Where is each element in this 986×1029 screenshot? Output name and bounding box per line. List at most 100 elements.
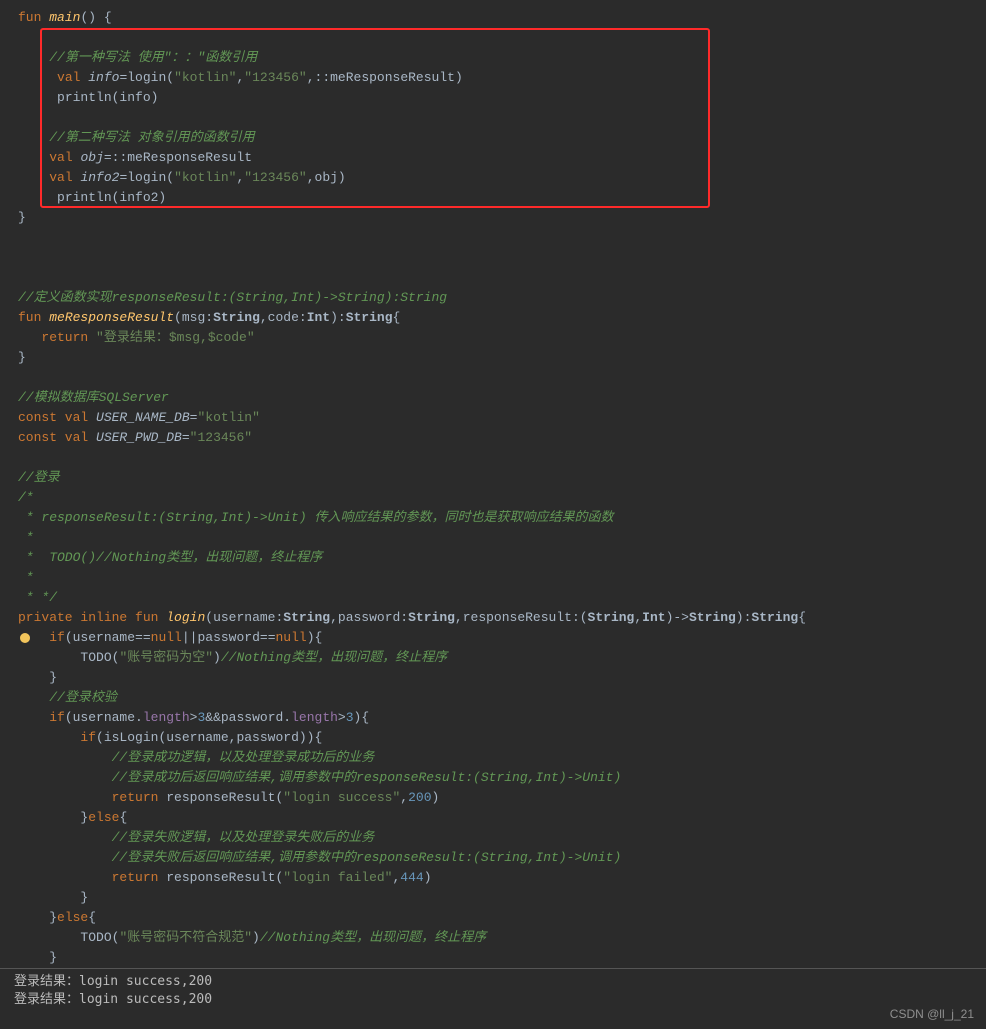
paren: ) <box>213 650 221 665</box>
type-string: String <box>346 310 393 325</box>
console-output[interactable]: 登录结果：login success,200 登录结果：login succes… <box>0 968 986 1017</box>
brace: { <box>88 910 96 925</box>
type: String <box>588 610 635 625</box>
prop-length: length <box>143 710 190 725</box>
text: ,code: <box>260 310 307 325</box>
brace: { <box>798 610 806 625</box>
keyword-else: else <box>57 910 88 925</box>
type: String <box>283 610 330 625</box>
type: String <box>689 610 736 625</box>
comment: //登录校验 <box>49 690 117 705</box>
string: "kotlin" <box>197 410 259 425</box>
eq: = <box>182 430 190 445</box>
text: ,obj) <box>307 170 346 185</box>
block-comment: * TODO()//Nothing类型，出现问题，终止程序 <box>18 550 322 565</box>
keyword-val: val <box>49 150 72 165</box>
brace-close: } <box>18 350 26 365</box>
text: ,responseResult:( <box>455 610 588 625</box>
brace: { <box>393 310 401 325</box>
number: 3 <box>346 710 354 725</box>
string: "login failed" <box>283 870 392 885</box>
todo-call: TODO( <box>80 650 119 665</box>
brace-close: } <box>49 950 57 965</box>
warning-icon[interactable] <box>20 633 30 643</box>
var-info2: info2 <box>80 170 119 185</box>
comment: //登录 <box>18 470 60 485</box>
fn-call: responseResult( <box>158 790 283 805</box>
string: "login success" <box>283 790 400 805</box>
type: String <box>408 610 455 625</box>
string: "123456" <box>244 70 306 85</box>
keyword-return: return <box>112 870 159 885</box>
text: =login( <box>119 70 174 85</box>
text: (username== <box>65 630 151 645</box>
watermark: CSDN @ll_j_21 <box>890 1005 974 1023</box>
text: ||password== <box>182 630 276 645</box>
var-obj: obj <box>80 150 103 165</box>
fn-meResponseResult: meResponseResult <box>49 310 174 325</box>
keyword-val: val <box>57 70 80 85</box>
keyword-if: if <box>49 710 65 725</box>
paren: ) <box>432 790 440 805</box>
text: =::meResponseResult <box>104 150 252 165</box>
keyword-fun: fun <box>18 10 41 25</box>
keyword-fun: fun <box>18 310 41 325</box>
block-comment: * <box>18 530 34 545</box>
comma: , <box>400 790 408 805</box>
keyword-if: if <box>80 730 96 745</box>
keyword-null: null <box>151 630 182 645</box>
text: ){ <box>307 630 323 645</box>
number: 200 <box>408 790 431 805</box>
comment: //Nothing类型，出现问题，终止程序 <box>221 650 447 665</box>
text: =login( <box>119 170 174 185</box>
text: ,password: <box>330 610 408 625</box>
string: "kotlin" <box>174 70 236 85</box>
keyword-else: else <box>88 810 119 825</box>
paren: ) <box>252 930 260 945</box>
type: String <box>751 610 798 625</box>
keyword-private-inline-fun: private inline fun <box>18 610 158 625</box>
const-user-pwd-db: USER_PWD_DB <box>96 430 182 445</box>
comment: //登录失败后返回响应结果,调用参数中的responseResult:(Stri… <box>112 850 622 865</box>
paren: (username: <box>205 610 283 625</box>
brace-close: } <box>49 910 57 925</box>
comment: //登录失败逻辑，以及处理登录失败后的业务 <box>112 830 375 845</box>
println-call: println(info2) <box>57 190 166 205</box>
comment: //Nothing类型，出现问题，终止程序 <box>260 930 486 945</box>
string: "123456" <box>244 170 306 185</box>
fn-login: login <box>166 610 205 625</box>
block-comment: * responseResult:(String,Int)->Unit) 传入响… <box>18 510 613 525</box>
type-string: String <box>213 310 260 325</box>
keyword-if: if <box>49 630 65 645</box>
println-call: println(info) <box>57 90 158 105</box>
console-line: 登录结果：login success,200 <box>14 973 986 991</box>
comment: //第一种写法 使用"：："函数引用 <box>49 50 257 65</box>
keyword-return: return <box>41 330 88 345</box>
comment: //模拟数据库SQLServer <box>18 390 169 405</box>
paren: ) <box>424 870 432 885</box>
text: )-> <box>666 610 689 625</box>
keyword-null: null <box>276 630 307 645</box>
text: ): <box>330 310 346 325</box>
code-editor[interactable]: fun main() { //第一种写法 使用"：："函数引用 val info… <box>0 0 986 968</box>
block-comment-end: * */ <box>18 590 57 605</box>
text: (username. <box>65 710 143 725</box>
keyword-const-val: const val <box>18 430 88 445</box>
var-info: info <box>88 70 119 85</box>
comment: //登录成功逻辑，以及处理登录成功后的业务 <box>112 750 375 765</box>
fn-main: main <box>49 10 80 25</box>
console-line: 登录结果：login success,200 <box>14 991 986 1009</box>
paren: (msg: <box>174 310 213 325</box>
comment: //定义函数实现responseResult:(String,Int)->Str… <box>18 290 447 305</box>
text: , <box>634 610 642 625</box>
comment: //第二种写法 对象引用的函数引用 <box>49 130 254 145</box>
prop-length: length <box>291 710 338 725</box>
brace-close: } <box>18 210 26 225</box>
text: (isLogin(username,password)){ <box>96 730 322 745</box>
text: ){ <box>354 710 370 725</box>
string: "账号密码为空" <box>119 650 213 665</box>
brace-close: } <box>80 890 88 905</box>
keyword-const-val: const val <box>18 410 88 425</box>
fn-call: responseResult( <box>158 870 283 885</box>
string: "账号密码不符合规范" <box>119 930 252 945</box>
